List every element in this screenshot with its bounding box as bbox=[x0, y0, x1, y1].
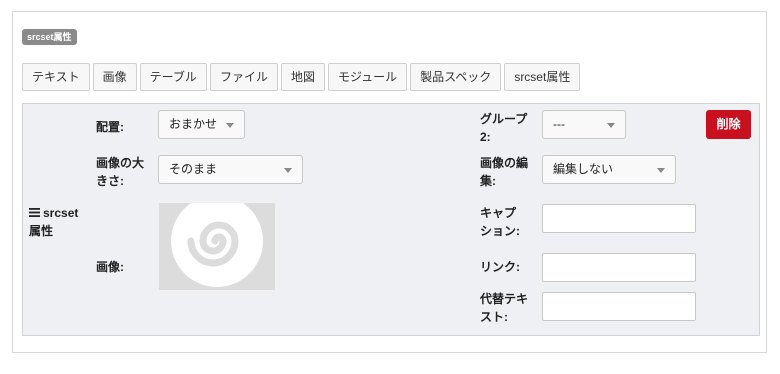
delete-button[interactable]: 削除 bbox=[706, 110, 751, 139]
image-edit-select-value: 編集しない bbox=[553, 162, 614, 176]
placement-label: 配置: bbox=[96, 120, 124, 134]
tab-text[interactable]: テキスト bbox=[22, 63, 90, 91]
group-label: グループ 2: bbox=[480, 110, 527, 146]
image-placeholder-icon[interactable] bbox=[159, 203, 275, 290]
tab-srcset[interactable]: srcset属性 bbox=[504, 63, 581, 91]
placement-select[interactable]: おまかせ bbox=[158, 110, 245, 139]
caption-label-1: キャプ bbox=[480, 206, 517, 220]
group-label-1: グループ bbox=[480, 112, 528, 126]
image-size-label-1: 画像の大 bbox=[96, 156, 145, 170]
image-edit-label-2: 集: bbox=[480, 174, 496, 188]
block-type-tabs: テキスト 画像 テーブル ファイル 地図 モジュール 製品スペック srcset… bbox=[22, 63, 583, 91]
tab-product-spec[interactable]: 製品スペック bbox=[410, 63, 502, 91]
block-handle-label-2: 属性 bbox=[29, 224, 54, 238]
placement-select-value: おまかせ bbox=[169, 117, 218, 131]
image-size-select-value: そのまま bbox=[169, 162, 218, 176]
image-label: 画像: bbox=[96, 260, 124, 274]
image-edit-label-1: 画像の編 bbox=[480, 156, 529, 170]
caption-label: キャプ ション: bbox=[480, 204, 520, 240]
caret-down-icon bbox=[284, 168, 292, 173]
image-edit-label: 画像の編 集: bbox=[480, 154, 528, 190]
link-label: リンク: bbox=[480, 260, 520, 274]
alt-text-input[interactable] bbox=[542, 292, 696, 321]
group-label-2: 2: bbox=[480, 130, 491, 144]
caption-label-2: ション: bbox=[480, 224, 520, 238]
alt-text-label-2: スト: bbox=[480, 310, 508, 324]
hamburger-icon bbox=[29, 208, 40, 217]
tab-file[interactable]: ファイル bbox=[209, 63, 278, 91]
group-select[interactable]: --- bbox=[542, 110, 626, 139]
caption-input[interactable] bbox=[542, 204, 696, 233]
caret-down-icon bbox=[607, 123, 615, 128]
caret-down-icon bbox=[226, 123, 234, 128]
alt-text-label-1: 代替テキ bbox=[480, 292, 529, 306]
block-drag-handle[interactable]: srcset 属性 bbox=[29, 204, 89, 240]
link-input[interactable] bbox=[542, 253, 696, 282]
srcset-block-panel: srcset 属性 配置: おまかせ 画像の大 きさ: そのまま 画像: グルー… bbox=[22, 103, 760, 336]
block-type-badge: srcset属性 bbox=[22, 29, 77, 45]
image-size-select[interactable]: そのまま bbox=[158, 155, 303, 184]
tab-table[interactable]: テーブル bbox=[139, 63, 207, 91]
tab-image[interactable]: 画像 bbox=[92, 63, 137, 91]
alt-text-label: 代替テキ スト: bbox=[480, 290, 528, 326]
tab-module[interactable]: モジュール bbox=[327, 63, 408, 91]
group-select-value: --- bbox=[553, 117, 565, 131]
caret-down-icon bbox=[657, 168, 665, 173]
image-size-label: 画像の大 きさ: bbox=[96, 154, 144, 190]
tab-map[interactable]: 地図 bbox=[280, 63, 325, 91]
image-size-label-2: きさ: bbox=[96, 174, 124, 188]
block-handle-label-1: srcset bbox=[43, 206, 79, 220]
image-edit-select[interactable]: 編集しない bbox=[542, 155, 676, 184]
